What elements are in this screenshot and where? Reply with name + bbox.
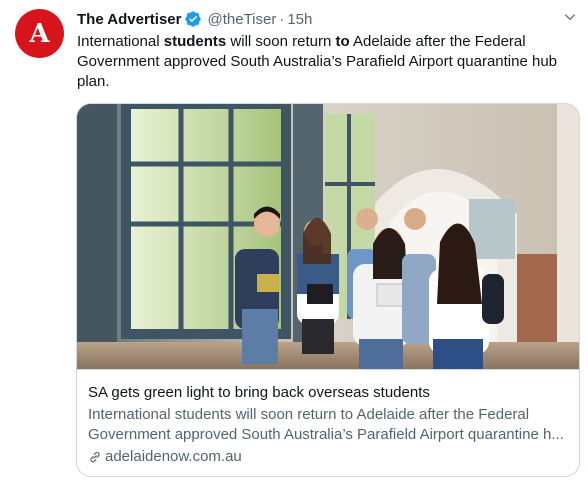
card-domain-row[interactable]: adelaidenow.com.au xyxy=(88,447,568,467)
students-photo xyxy=(77,104,579,369)
tweet-text-segment: International xyxy=(77,33,164,50)
link-card[interactable]: SA gets green light to bring back overse… xyxy=(76,103,580,477)
verified-badge-icon xyxy=(185,11,202,27)
separator-dot: · xyxy=(279,10,285,28)
tweet-text: International students will soon return … xyxy=(77,32,572,92)
avatar-letter: A xyxy=(29,19,50,49)
chevron-down-icon[interactable] xyxy=(563,10,577,24)
card-title[interactable]: SA gets green light to bring back overse… xyxy=(88,383,568,403)
tweet-header: The Advertiser @theTiser · 15h xyxy=(77,9,312,29)
tweet-text-bold: students xyxy=(163,33,227,50)
tweet-text-segment: will soon return xyxy=(226,33,336,50)
account-name[interactable]: The Advertiser xyxy=(77,11,181,28)
card-image[interactable] xyxy=(77,104,579,369)
card-description: International students will soon return … xyxy=(88,406,564,443)
avatar[interactable]: A xyxy=(15,9,64,58)
link-icon xyxy=(90,451,100,463)
tweet-text-bold: to xyxy=(335,33,350,50)
account-handle[interactable]: @theTiser xyxy=(207,11,276,28)
card-body[interactable]: SA gets green light to bring back overse… xyxy=(77,369,579,476)
card-domain[interactable]: adelaidenow.com.au xyxy=(105,447,242,467)
tweet-time[interactable]: 15h xyxy=(287,11,312,28)
